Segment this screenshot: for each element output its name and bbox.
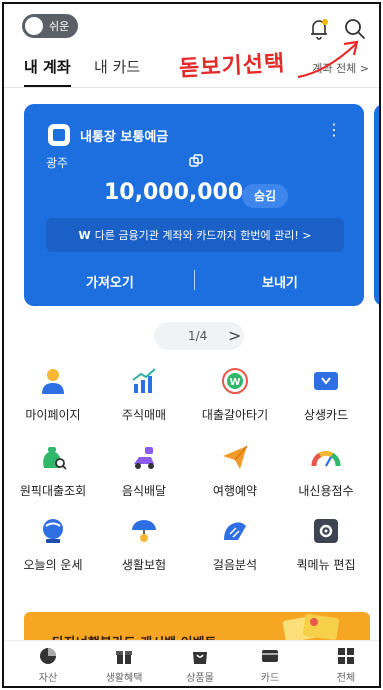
nav-shop[interactable]: 상품몰 — [170, 647, 230, 684]
menu-item-stock[interactable]: 주식매매 — [99, 366, 189, 423]
menu-item-mypage[interactable]: 마이페이지 — [8, 366, 98, 423]
w-logo-icon: W — [78, 228, 91, 242]
menu-item-fortune[interactable]: 오늘의 운세 — [8, 516, 98, 573]
stock-chart-icon — [132, 368, 156, 393]
menu-label: 상생카드 — [303, 408, 349, 422]
fetch-button[interactable]: 가져오기 — [86, 272, 134, 291]
person-icon — [42, 369, 64, 394]
nav-all[interactable]: 전체 — [316, 647, 376, 684]
toggle-knob — [25, 17, 43, 35]
account-balance: 10,000,000원 — [104, 180, 262, 205]
nav-assets[interactable]: 자산 — [18, 647, 78, 684]
umbrella-icon — [132, 520, 156, 542]
balance-amount: 10,000,000 — [104, 180, 244, 205]
handwritten-annotation: 돋보기선택 — [178, 50, 286, 82]
next-card-peek[interactable] — [374, 104, 379, 306]
nav-label: 자산 — [38, 673, 58, 684]
menu-label: 생활보험 — [121, 558, 167, 572]
account-name: 내통장 보통예금 — [80, 130, 169, 145]
menu-item-steps[interactable]: 걸음분석 — [190, 516, 280, 573]
gift-icon — [116, 651, 132, 664]
chevron-right-icon[interactable]: > — [228, 326, 241, 345]
bottom-navigation: 자산 생활혜택 상품몰 카드 전체 — [4, 640, 379, 686]
menu-label: 오늘의 운세 — [23, 558, 83, 572]
shop-icon — [193, 652, 207, 664]
grid-icon — [338, 648, 354, 664]
menu-label: 여행예약 — [212, 484, 258, 498]
menu-label: 대출갈아타기 — [201, 408, 269, 422]
annotation-arrow — [297, 40, 359, 79]
menu-label: 내신용점수 — [298, 484, 354, 498]
account-card[interactable]: 내통장 보통예금 ⋮ 광주 10,000,000원 숨김 W 다른 금융기관 계… — [24, 104, 364, 306]
tab-my-account[interactable]: 내 계좌 — [24, 56, 71, 87]
promo-text: 다른 금융기관 계좌와 카드까지 한번에 관리! > — [94, 229, 312, 242]
menu-label: 마이페이지 — [25, 408, 81, 422]
pager-text: 1/4 — [188, 329, 208, 343]
menu-item-insurance[interactable]: 생활보험 — [99, 516, 189, 573]
copy-icon[interactable] — [189, 154, 203, 168]
send-button[interactable]: 보내기 — [262, 272, 298, 291]
loan-switch-icon: W — [222, 368, 248, 394]
more-options-icon[interactable]: ⋮ — [326, 122, 342, 138]
pie-icon — [40, 648, 56, 664]
app-frame: 쉬운 내 계좌 내 카드 계좌 전체 > 돋보기선택 내통장 보통예금 ⋮ 광주 — [2, 2, 381, 688]
bank-name: 광주 — [46, 156, 69, 170]
menu-item-travel[interactable]: 여행예약 — [190, 442, 280, 499]
account-image-icon — [48, 124, 70, 146]
svg-text:W: W — [229, 377, 240, 388]
money-bag-search-icon — [43, 447, 67, 470]
scooter-icon — [134, 447, 154, 469]
nav-benefits[interactable]: 생활혜택 — [94, 647, 154, 684]
hide-balance-button[interactable]: 숨김 — [242, 184, 288, 208]
menu-item-sangsaeng-card[interactable]: 상생카드 — [281, 366, 371, 423]
card-divider — [194, 270, 195, 290]
menu-pager[interactable]: 1/4 > — [154, 322, 244, 350]
tab-my-card[interactable]: 내 카드 — [94, 56, 140, 77]
nav-label: 생활혜택 — [105, 673, 143, 684]
nav-label: 전체 — [336, 673, 356, 684]
credit-gauge-icon — [311, 450, 341, 467]
menu-item-loan-switch[interactable]: W 대출갈아타기 — [190, 366, 280, 423]
menu-item-quickmenu-edit[interactable]: 퀵메뉴 편집 — [281, 516, 371, 573]
menu-item-food-delivery[interactable]: 음식배달 — [99, 442, 189, 499]
menu-label: 주식매매 — [121, 408, 167, 422]
link-accounts-banner[interactable]: W 다른 금융기관 계좌와 카드까지 한번에 관리! > — [46, 218, 344, 252]
fortune-icon — [43, 519, 63, 543]
easy-mode-toggle[interactable]: 쉬운 — [22, 14, 78, 38]
airplane-icon — [223, 445, 248, 469]
menu-label: 퀵메뉴 편집 — [296, 558, 356, 572]
nav-label: 카드 — [260, 673, 280, 684]
menu-label: 걸음분석 — [212, 558, 258, 572]
nav-card[interactable]: 카드 — [240, 647, 300, 684]
toggle-label: 쉬운 — [49, 20, 70, 33]
card-icon — [262, 650, 278, 662]
nav-label: 상품몰 — [186, 673, 214, 684]
menu-label: 원픽대출조회 — [19, 484, 87, 498]
gear-icon — [314, 519, 338, 543]
menu-item-loan-lookup[interactable]: 원픽대출조회 — [8, 442, 98, 499]
card-icon — [314, 372, 338, 390]
menu-item-credit-score[interactable]: 내신용점수 — [281, 442, 371, 499]
menu-label: 음식배달 — [121, 484, 167, 498]
sneaker-icon — [224, 522, 246, 540]
